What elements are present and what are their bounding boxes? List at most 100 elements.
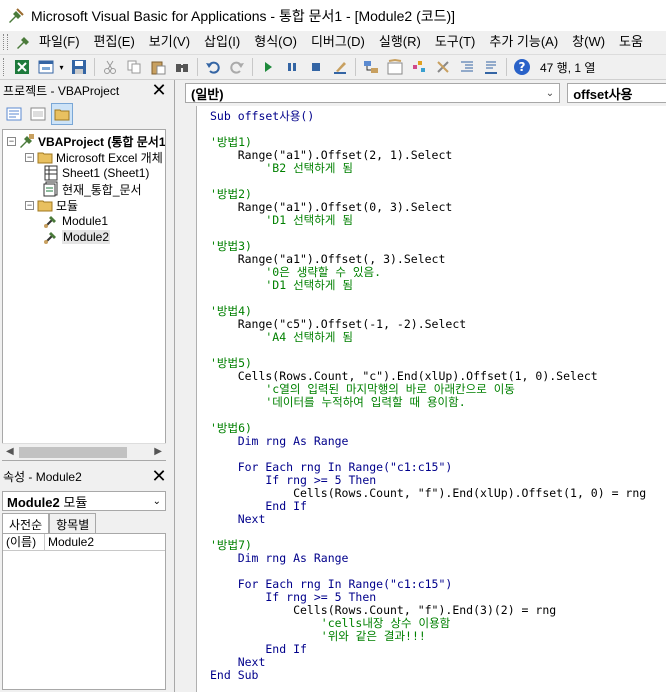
procedure-combo[interactable]: offset사용 — [567, 83, 666, 103]
project-tree: − VBAProject (통합 문서1) − Microsoft Excel 개체 S… — [2, 129, 166, 461]
property-value[interactable]: Module2 — [45, 534, 94, 550]
menu-file[interactable]: 파일(F) — [32, 32, 87, 52]
collapse-icon[interactable]: − — [25, 200, 34, 210]
module-icon — [43, 213, 59, 229]
properties-tabs: 사전순 항목별 — [2, 513, 166, 533]
tree-item[interactable]: Sheet1 (Sheet1) — [43, 165, 149, 181]
code-line: End Sub — [210, 668, 259, 682]
properties-window-icon[interactable] — [385, 57, 405, 77]
vba-menu-icon[interactable] — [16, 34, 32, 50]
svg-text:?: ? — [519, 60, 526, 74]
break-icon[interactable] — [282, 57, 302, 77]
toolbox-icon[interactable] — [433, 57, 453, 77]
excel-view-icon[interactable] — [12, 57, 32, 77]
project-explorer-title: 프로젝트 - VBAProject — [3, 83, 120, 98]
find-icon[interactable] — [172, 57, 192, 77]
design-mode-icon[interactable] — [330, 57, 350, 77]
project-explorer-icon[interactable] — [361, 57, 381, 77]
module-icon — [43, 229, 59, 245]
menu-tools[interactable]: 도구(T) — [428, 32, 483, 52]
toolbar-grip[interactable] — [3, 58, 7, 76]
toolbar-separator — [355, 58, 356, 76]
chevron-down-icon: ⌄ — [545, 87, 555, 99]
code-comment-line: '데이터를 누적하여 입력할 때 용이함. — [210, 395, 466, 409]
collapse-icon[interactable]: − — [25, 152, 34, 162]
copy-icon[interactable] — [124, 57, 144, 77]
help-icon[interactable]: ? — [512, 57, 532, 77]
menu-run[interactable]: 실행(R) — [372, 32, 428, 52]
insert-dropdown-icon[interactable]: ▾ — [58, 57, 65, 77]
close-icon[interactable]: ✕ — [150, 467, 168, 485]
redo-icon[interactable] — [227, 57, 247, 77]
toolbar-separator — [252, 58, 253, 76]
save-icon[interactable] — [69, 57, 89, 77]
code-line: Dim rng As Range — [210, 551, 349, 565]
tree-item[interactable]: − Microsoft Excel 개체 — [25, 149, 163, 165]
view-code-icon[interactable] — [3, 103, 25, 125]
properties-object-select[interactable]: Module2 모듈 ⌄ — [2, 491, 166, 511]
code-combo-bar: (일반) ⌄ offset사용 — [175, 80, 666, 106]
code-comment-line: 'D1 선택하게 됨 — [210, 213, 353, 227]
vba-app-icon — [9, 7, 24, 23]
view-object-icon[interactable] — [27, 103, 49, 125]
title-bar: Microsoft Visual Basic for Applications … — [0, 0, 666, 31]
paste-icon[interactable] — [148, 57, 168, 77]
margin-indicator-bar[interactable] — [175, 106, 197, 692]
window-title: Microsoft Visual Basic for Applications … — [31, 7, 456, 24]
tree-item-label: 모듈 — [56, 198, 79, 213]
tree-item-label: VBAProject (통합 문서1) — [38, 134, 166, 149]
property-row[interactable]: (이름) Module2 — [3, 534, 165, 551]
project-explorer-header: 프로젝트 - VBAProject ✕ — [0, 80, 168, 100]
toggle-folders-icon[interactable] — [51, 103, 73, 125]
tab-alphabetic[interactable]: 사전순 — [2, 513, 50, 533]
menu-debug[interactable]: 디버그(D) — [304, 32, 372, 52]
insert-userform-icon[interactable] — [36, 57, 56, 77]
vba-project-icon — [19, 133, 35, 149]
indent-icon[interactable] — [457, 57, 477, 77]
code-window: (일반) ⌄ offset사용 Sub offset사용() '방법1) Rang… — [174, 80, 666, 692]
project-explorer-toolbar — [0, 100, 168, 128]
object-combo[interactable]: (일반) ⌄ — [185, 83, 561, 103]
menu-help[interactable]: 도움 — [612, 32, 650, 52]
menu-format[interactable]: 형식(O) — [247, 32, 304, 52]
menu-window[interactable]: 창(W) — [565, 32, 612, 52]
tree-item-label: Microsoft Excel 개체 — [56, 150, 163, 165]
cut-icon[interactable] — [100, 57, 120, 77]
scroll-thumb[interactable] — [19, 447, 127, 458]
property-key: (이름) — [3, 534, 45, 550]
menu-edit[interactable]: 편집(E) — [87, 32, 142, 52]
procedure-combo-value: offset사용 — [573, 86, 633, 102]
properties-object-name: Module2 — [7, 494, 60, 510]
menu-bar: 파일(F) 편집(E) 보기(V) 삽입(I) 형식(O) 디버그(D) 실행(… — [0, 31, 666, 53]
menu-addins[interactable]: 추가 기능(A) — [482, 32, 565, 52]
menu-insert[interactable]: 삽입(I) — [197, 32, 247, 52]
reset-icon[interactable] — [306, 57, 326, 77]
scroll-right-icon[interactable]: ▶ — [154, 446, 162, 457]
run-icon[interactable] — [258, 57, 278, 77]
menu-grip[interactable] — [3, 34, 8, 50]
tree-item[interactable]: − 모듈 — [25, 197, 78, 213]
tree-item[interactable]: Module2 — [43, 229, 111, 245]
object-browser-icon[interactable] — [409, 57, 429, 77]
tree-item[interactable]: − VBAProject (통합 문서1) — [7, 133, 166, 149]
close-icon[interactable]: ✕ — [150, 81, 168, 99]
comment-block-icon[interactable] — [481, 57, 501, 77]
tree-item[interactable]: Module1 — [43, 213, 108, 229]
workbook-icon — [43, 181, 59, 197]
tree-item[interactable]: 현재_통합_문서 — [43, 181, 142, 197]
properties-title: 속성 - Module2 — [3, 469, 82, 484]
tab-categorized[interactable]: 항목별 — [49, 513, 97, 533]
standard-toolbar: ▾ ? 47 행, 1 열 — [0, 54, 666, 80]
menu-view[interactable]: 보기(V) — [142, 32, 197, 52]
scroll-left-icon[interactable]: ◀ — [6, 446, 14, 457]
toolbar-separator — [94, 58, 95, 76]
toolbar-separator — [506, 58, 507, 76]
collapse-icon[interactable]: − — [7, 136, 16, 146]
tree-item-label: Module1 — [62, 214, 109, 228]
code-editor[interactable]: Sub offset사용() '방법1) Range("a1").Offset(2… — [198, 106, 666, 692]
code-line: Dim rng As Range — [210, 434, 349, 448]
project-tree-hscrollbar[interactable]: ◀ ▶ — [2, 443, 166, 460]
folder-icon — [37, 149, 53, 165]
properties-header: 속성 - Module2 ✕ — [0, 464, 168, 488]
undo-icon[interactable] — [203, 57, 223, 77]
